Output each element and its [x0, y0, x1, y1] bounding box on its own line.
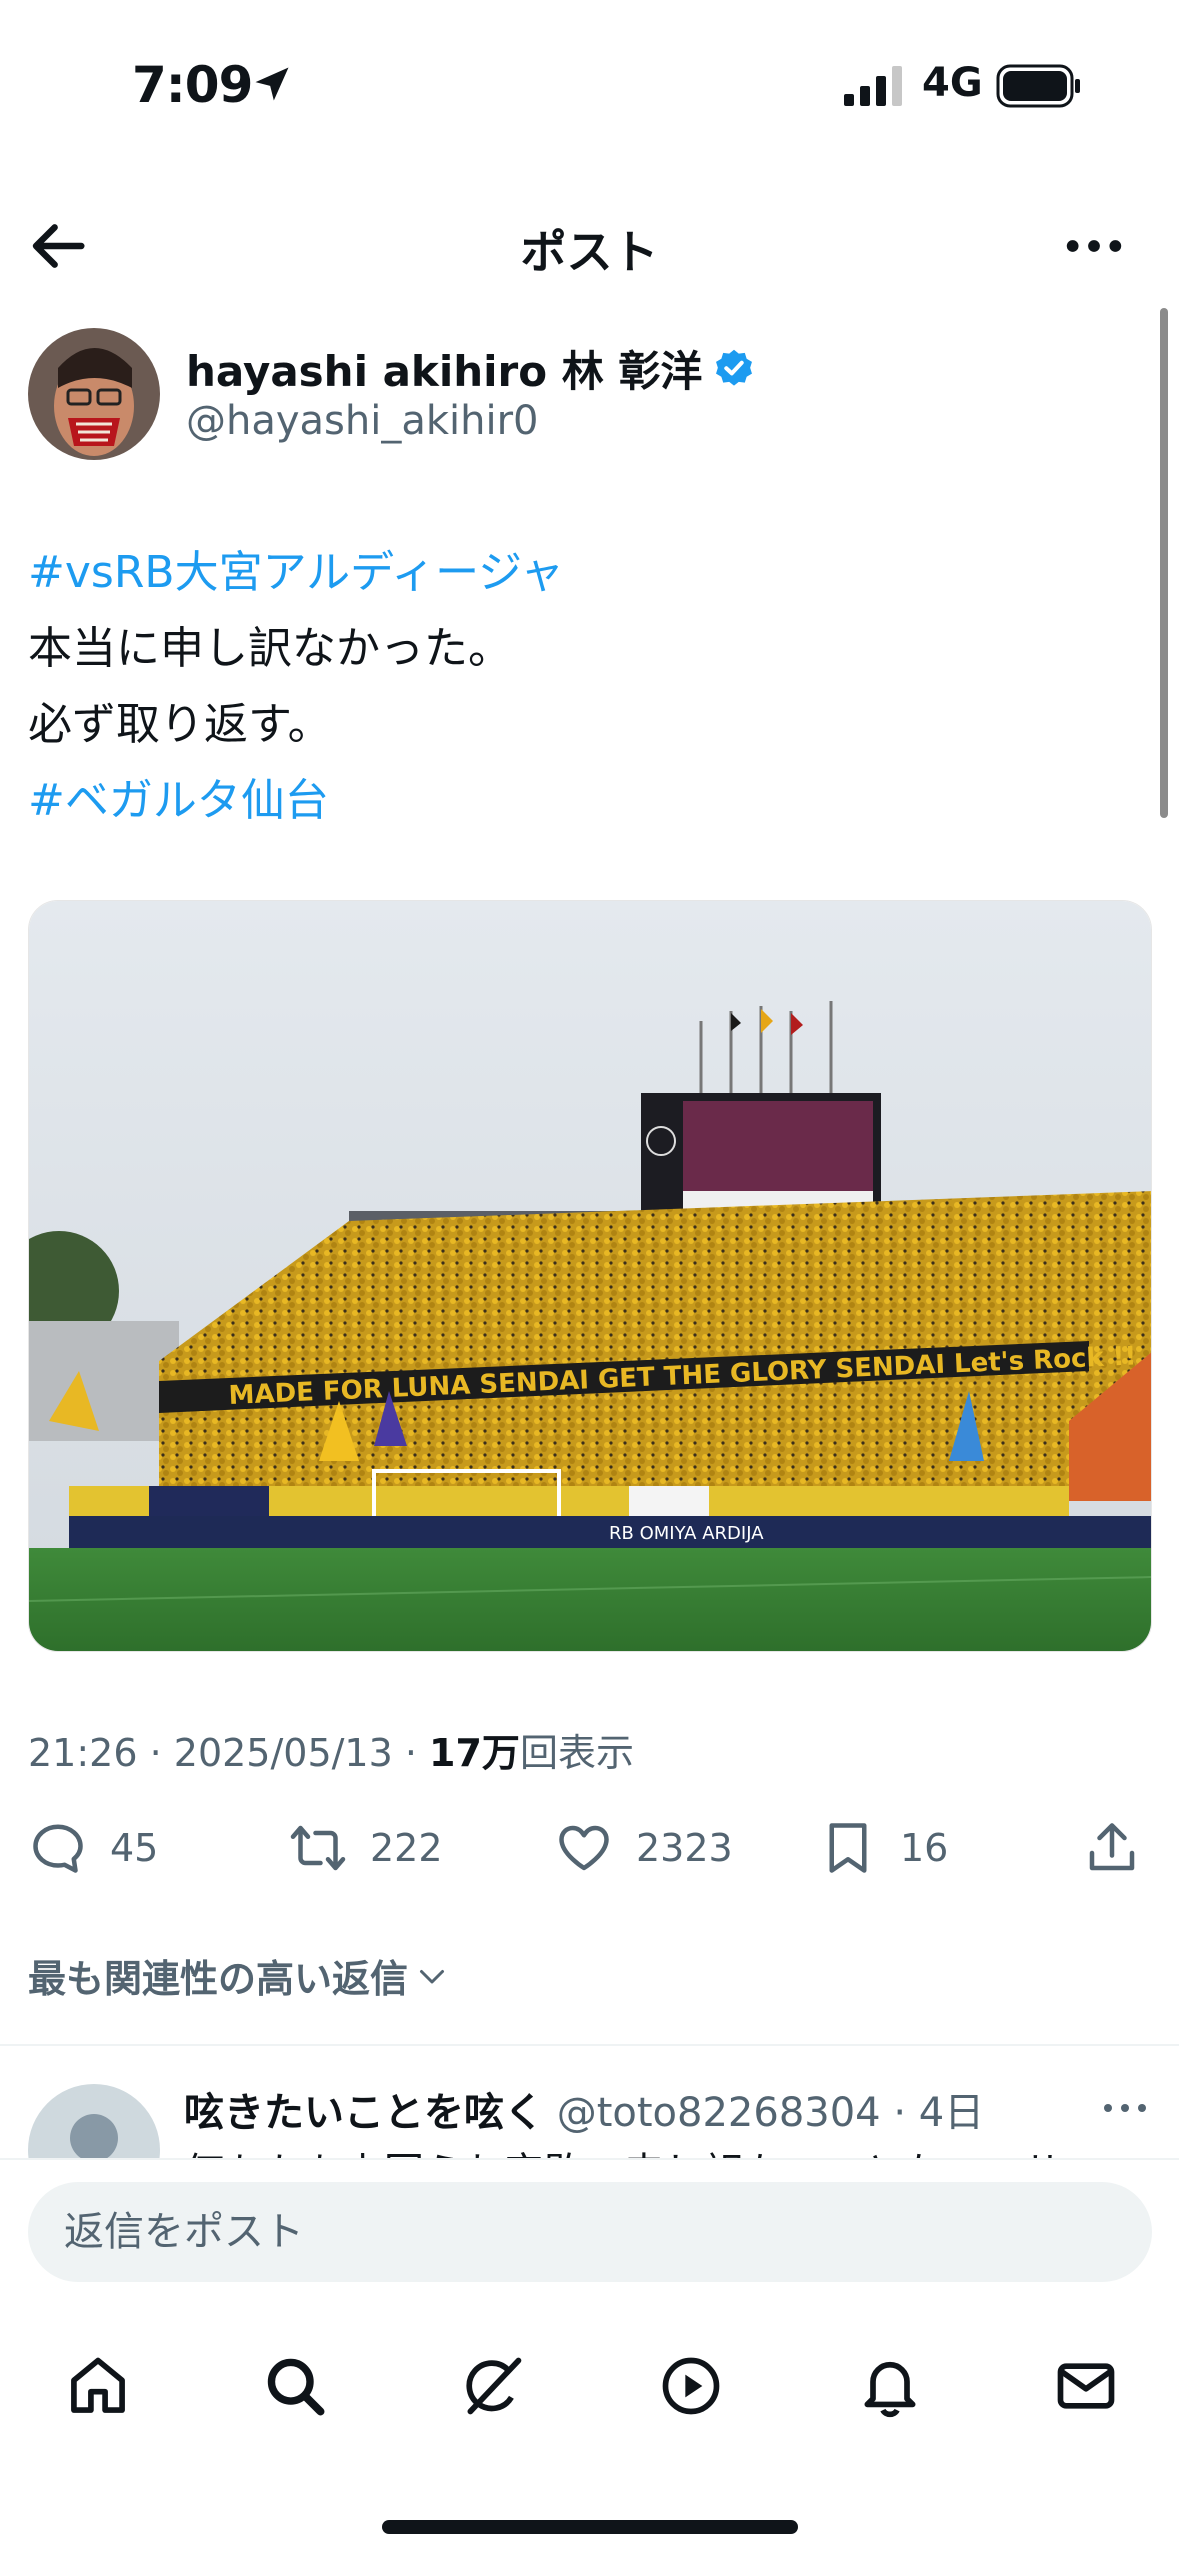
- reply-input[interactable]: [28, 2182, 1152, 2282]
- share-icon: [1089, 1823, 1135, 1871]
- meta-separator: ·: [392, 1731, 430, 1775]
- author-avatar[interactable]: [28, 328, 160, 460]
- tweet-date[interactable]: 2025/05/13: [174, 1731, 393, 1775]
- chevron-down-icon: [420, 1969, 445, 1983]
- bottom-panel: [0, 2158, 1179, 2556]
- views-label: 回表示: [519, 1731, 634, 1775]
- location-arrow-icon: [255, 67, 289, 101]
- bell-icon: [864, 2361, 916, 2418]
- tab-grok[interactable]: [443, 2336, 543, 2436]
- scrollbar[interactable]: [1160, 308, 1168, 818]
- search-icon: [267, 2358, 325, 2416]
- grok-icon: [466, 2357, 522, 2415]
- bookmark-count: 16: [900, 1826, 949, 1870]
- page-title: ポスト: [520, 225, 659, 279]
- network-label: 4G: [922, 60, 983, 106]
- tweet-meta: 21:26 · 2025/05/13 · 17万回表示: [28, 1722, 634, 1777]
- tab-search[interactable]: [245, 2336, 345, 2436]
- status-bar: 7:09 4G: [0, 0, 1179, 170]
- meta-separator: ·: [137, 1731, 174, 1775]
- ad-board-text: RB OMIYA ARDIJA: [609, 1523, 764, 1544]
- home-icon: [71, 2357, 125, 2413]
- verified-badge-icon: [716, 349, 753, 386]
- tab-bar: [0, 2336, 1179, 2446]
- share-button[interactable]: [1082, 1818, 1164, 1878]
- divider: [0, 2044, 1179, 2046]
- reply-count: 45: [110, 1826, 159, 1870]
- tweet-actions: 45 222 2323 16: [0, 1810, 1179, 1890]
- tab-home[interactable]: [48, 2336, 148, 2436]
- reply-sort-dropdown[interactable]: 最も関連性の高い返信: [28, 1948, 450, 2003]
- reply-button[interactable]: 45: [28, 1818, 158, 1878]
- mail-icon: [1057, 2363, 1115, 2409]
- author-name-row[interactable]: hayashi akihiro 林 彰洋: [186, 338, 756, 399]
- reply-author-name[interactable]: 呟きたいことを呟く: [184, 2090, 544, 2136]
- retweet-count: 222: [370, 1826, 443, 1870]
- author-name[interactable]: hayashi akihiro 林 彰洋: [186, 338, 702, 399]
- play-icon: [662, 2357, 720, 2415]
- tweet-text: #vsRB大宮アルディージャ 本当に申し訳なかった。 必ず取り返す。 #ベガルタ…: [28, 535, 1148, 839]
- tweet-line: 本当に申し訳なかった。: [28, 623, 512, 674]
- reply-header: 呟きたいことを呟く @toto82268304 · 4日: [184, 2080, 984, 2138]
- bookmark-button[interactable]: 16: [818, 1818, 948, 1878]
- retweet-button[interactable]: 222: [288, 1818, 443, 1878]
- reply-more-icon[interactable]: [1100, 2100, 1150, 2116]
- heart-icon: [559, 1825, 609, 1871]
- nav-header: ポスト: [0, 190, 1179, 300]
- stadium-photo: MADE FOR LUNA SENDAI GET THE GLORY SENDA…: [29, 901, 1151, 1651]
- signal-icon: [844, 66, 902, 106]
- like-count: 2323: [636, 1826, 733, 1870]
- tab-messages[interactable]: [1036, 2336, 1136, 2436]
- reply-sort-label: 最も関連性の高い返信: [28, 1957, 409, 2001]
- views-count: 17万: [429, 1731, 520, 1775]
- reply-icon: [33, 1824, 83, 1873]
- like-button[interactable]: 2323: [554, 1818, 733, 1878]
- bookmark-icon: [829, 1823, 867, 1873]
- more-options-icon[interactable]: [1062, 214, 1126, 278]
- status-time: 7:09: [132, 56, 253, 114]
- battery-icon: [996, 64, 1080, 108]
- reply-text: 何もかも上回られ完敗。申し訳ないことない。サ: [184, 2140, 1063, 2158]
- tweet-line: 必ず取り返す。: [28, 699, 332, 750]
- tweet-photo[interactable]: MADE FOR LUNA SENDAI GET THE GLORY SENDA…: [28, 900, 1152, 1652]
- reply-avatar[interactable]: [28, 2084, 160, 2158]
- reply-time: · 4日: [893, 2090, 985, 2136]
- reply-item[interactable]: 呟きたいことを呟く @toto82268304 · 4日 何もかも上回られ完敗。…: [0, 2060, 1179, 2158]
- hashtag-link[interactable]: #ベガルタ仙台: [28, 763, 1148, 839]
- home-indicator: [382, 2520, 798, 2534]
- reply-author-handle[interactable]: @toto82268304: [557, 2090, 881, 2136]
- tweet-time[interactable]: 21:26: [28, 1731, 138, 1775]
- tab-notifications[interactable]: [840, 2336, 940, 2436]
- retweet-icon: [290, 1825, 346, 1871]
- tab-video[interactable]: [641, 2336, 741, 2436]
- hashtag-link[interactable]: #vsRB大宮アルディージャ: [28, 535, 1148, 611]
- author-handle[interactable]: @hayashi_akihir0: [186, 398, 539, 444]
- tweet-author: hayashi akihiro 林 彰洋 @hayashi_akihir0: [28, 328, 1148, 468]
